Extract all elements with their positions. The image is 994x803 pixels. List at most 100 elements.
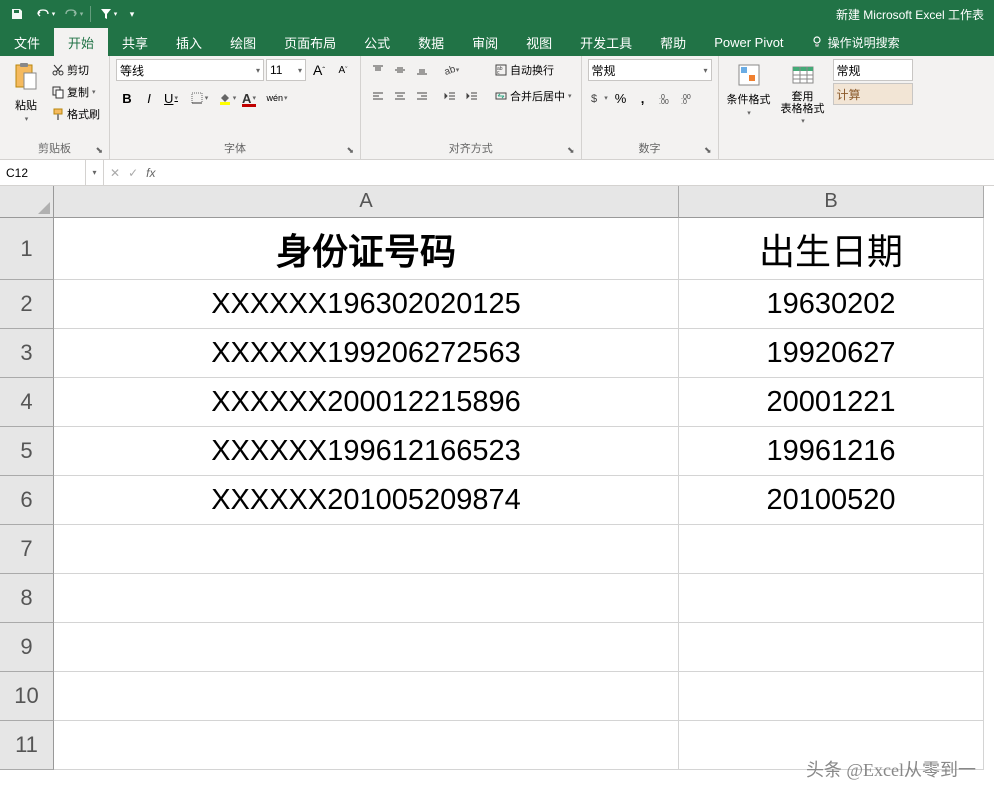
tab-developer[interactable]: 开发工具 [566, 28, 646, 56]
underline-button[interactable]: U▾ [160, 87, 182, 109]
wrap-text-button[interactable]: abc 自动换行 [491, 59, 575, 81]
row-header-11[interactable]: 11 [0, 721, 54, 770]
column-header-B[interactable]: B [679, 186, 984, 218]
format-table-button[interactable]: 套用 表格格式▾ [775, 59, 831, 153]
accounting-format-button[interactable]: $▾ [588, 87, 610, 109]
cell-B9[interactable] [679, 623, 984, 672]
style-normal-button[interactable]: 常规 [833, 59, 913, 81]
phonetic-button[interactable]: wén▾ [266, 87, 288, 109]
border-button[interactable]: ▾ [188, 87, 210, 109]
bold-button[interactable]: B [116, 87, 138, 109]
row-header-1[interactable]: 1 [0, 218, 54, 280]
cell-A4[interactable]: XXXXXX200012215896 [54, 378, 679, 427]
select-all-button[interactable] [0, 186, 54, 218]
cell-A2[interactable]: XXXXXX196302020125 [54, 280, 679, 329]
tab-draw[interactable]: 绘图 [216, 28, 270, 56]
font-launcher[interactable]: ⬊ [346, 145, 354, 156]
tab-power-pivot[interactable]: Power Pivot [700, 28, 797, 56]
cell-A10[interactable] [54, 672, 679, 721]
style-calc-button[interactable]: 计算 [833, 83, 913, 105]
fx-button[interactable]: fx [146, 166, 155, 180]
undo-button[interactable]: ▾ [32, 3, 58, 25]
font-name-combo[interactable]: 等线▾ [116, 59, 264, 81]
cell-A9[interactable] [54, 623, 679, 672]
row-header-4[interactable]: 4 [0, 378, 54, 427]
tab-view[interactable]: 视图 [512, 28, 566, 56]
font-size-combo[interactable]: 11▾ [266, 59, 306, 81]
row-header-3[interactable]: 3 [0, 329, 54, 378]
orientation-button[interactable]: ab▾ [439, 59, 461, 81]
row-header-9[interactable]: 9 [0, 623, 54, 672]
clipboard-launcher[interactable]: ⬊ [95, 145, 103, 156]
number-launcher[interactable]: ⬊ [704, 145, 712, 156]
cancel-formula-button[interactable]: ✕ [110, 166, 120, 180]
cell-B7[interactable] [679, 525, 984, 574]
decrease-font-button[interactable]: Aˇ [332, 59, 354, 81]
cell-B3[interactable]: 19920627 [679, 329, 984, 378]
row-header-8[interactable]: 8 [0, 574, 54, 623]
cell-A5[interactable]: XXXXXX199612166523 [54, 427, 679, 476]
fill-color-button[interactable]: ▾ [216, 87, 238, 109]
italic-button[interactable]: I [138, 87, 160, 109]
cell-B6[interactable]: 20100520 [679, 476, 984, 525]
decrease-indent-button[interactable] [439, 85, 461, 107]
align-center-button[interactable] [389, 85, 411, 107]
cut-button[interactable]: 剪切 [48, 59, 103, 81]
filter-button[interactable]: ▾ [95, 3, 121, 25]
cell-A8[interactable] [54, 574, 679, 623]
format-painter-button[interactable]: 格式刷 [48, 103, 103, 125]
alignment-launcher[interactable]: ⬊ [567, 145, 575, 156]
cell-B1[interactable]: 出生日期 [679, 218, 984, 280]
decrease-decimal-button[interactable]: .00.0 [676, 87, 698, 109]
increase-font-button[interactable]: Aˆ [308, 59, 330, 81]
column-header-A[interactable]: A [54, 186, 679, 218]
align-bottom-button[interactable] [411, 59, 433, 81]
increase-indent-button[interactable] [461, 85, 483, 107]
align-middle-button[interactable] [389, 59, 411, 81]
row-header-6[interactable]: 6 [0, 476, 54, 525]
row-header-2[interactable]: 2 [0, 280, 54, 329]
qat-customize-button[interactable]: ▾ [123, 3, 141, 25]
comma-button[interactable]: , [632, 87, 654, 109]
formula-input[interactable] [161, 160, 994, 185]
row-header-10[interactable]: 10 [0, 672, 54, 721]
redo-button[interactable]: ▾ [60, 3, 86, 25]
tab-insert[interactable]: 插入 [162, 28, 216, 56]
tab-home[interactable]: 开始 [54, 28, 108, 56]
cell-A6[interactable]: XXXXXX201005209874 [54, 476, 679, 525]
merge-center-button[interactable]: 合并后居中▾ [491, 85, 575, 107]
tab-help[interactable]: 帮助 [646, 28, 700, 56]
tell-me-search[interactable]: 操作说明搜索 [810, 28, 900, 56]
name-box[interactable]: C12 [0, 160, 86, 185]
cell-A11[interactable] [54, 721, 679, 770]
tab-page-layout[interactable]: 页面布局 [270, 28, 350, 56]
tab-share[interactable]: 共享 [108, 28, 162, 56]
tab-review[interactable]: 审阅 [458, 28, 512, 56]
font-color-button[interactable]: A▾ [238, 87, 260, 109]
cell-B8[interactable] [679, 574, 984, 623]
tab-file[interactable]: 文件 [0, 28, 54, 56]
number-format-combo[interactable]: 常规▾ [588, 59, 712, 81]
align-left-button[interactable] [367, 85, 389, 107]
cell-A1[interactable]: 身份证号码 [54, 218, 679, 280]
enter-formula-button[interactable]: ✓ [128, 166, 138, 180]
name-box-dropdown[interactable]: ▾ [86, 160, 104, 185]
cell-B10[interactable] [679, 672, 984, 721]
conditional-format-button[interactable]: 条件格式▾ [725, 59, 773, 153]
percent-button[interactable]: % [610, 87, 632, 109]
cell-A3[interactable]: XXXXXX199206272563 [54, 329, 679, 378]
tab-formulas[interactable]: 公式 [350, 28, 404, 56]
copy-button[interactable]: 复制▾ [48, 81, 103, 103]
tab-data[interactable]: 数据 [404, 28, 458, 56]
cell-B5[interactable]: 19961216 [679, 427, 984, 476]
cell-B4[interactable]: 20001221 [679, 378, 984, 427]
cell-B2[interactable]: 19630202 [679, 280, 984, 329]
align-right-button[interactable] [411, 85, 433, 107]
cell-A7[interactable] [54, 525, 679, 574]
row-header-5[interactable]: 5 [0, 427, 54, 476]
row-header-7[interactable]: 7 [0, 525, 54, 574]
increase-decimal-button[interactable]: .0.00 [654, 87, 676, 109]
paste-button[interactable]: 粘贴 ▾ [6, 59, 46, 137]
save-button[interactable] [4, 3, 30, 25]
align-top-button[interactable] [367, 59, 389, 81]
